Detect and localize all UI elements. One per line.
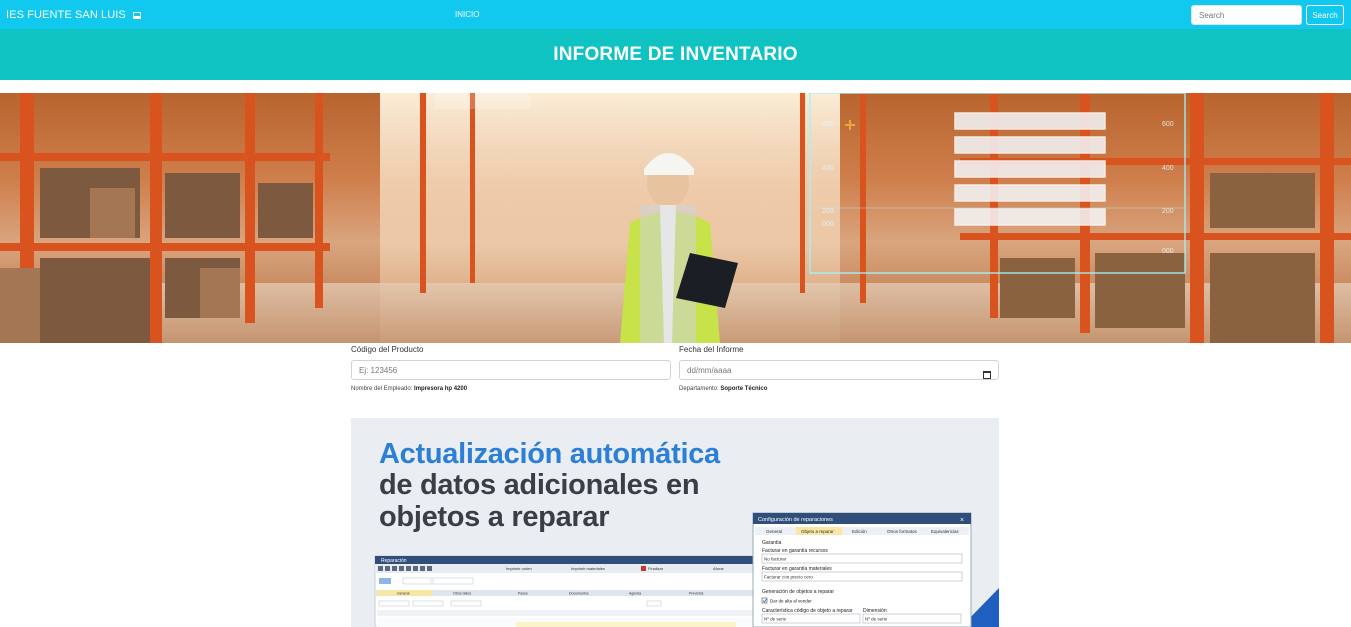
promo-banner-image: Actualización automática de datos adicio… — [351, 418, 999, 627]
nav-link-inicio[interactable]: INICIO — [455, 10, 479, 19]
search-button[interactable]: Search — [1306, 5, 1344, 25]
dialog-section-title: Garantía — [762, 540, 782, 546]
department-value: Soporte Técnico — [720, 386, 768, 392]
tick-label: 200 — [1162, 208, 1174, 215]
dialog-field-label: Característica código de objeto a repara… — [762, 608, 853, 614]
app-tab-label: Otros datos — [453, 592, 471, 596]
tick-label: 600 — [822, 121, 834, 128]
employee-name-text: Nombre del Empleado: Impresora hp 4200 — [351, 386, 671, 392]
product-code-label: Código del Producto — [351, 345, 424, 354]
search-input[interactable] — [1191, 5, 1302, 25]
brand-name: IES FUENTE SAN LUIS — [6, 9, 126, 21]
department-text: Departamento: Soporte Técnico — [679, 386, 999, 392]
app-button-label: Finalizar — [648, 566, 664, 571]
tick-label: 000 — [822, 221, 834, 228]
app-button-label: Imprimir orden — [506, 566, 532, 571]
report-date-label: Fecha del Informe — [679, 345, 744, 354]
dialog-field-value: No facturar — [764, 557, 787, 562]
config-dialog: Configuración de reparaciones × General … — [752, 512, 972, 627]
app-tab-label: Documentos — [569, 592, 589, 596]
monitor-icon — [132, 11, 141, 19]
dialog-field-label: Facturar en garantía materiales — [762, 566, 832, 572]
department-label: Departamento: — [679, 386, 719, 392]
top-navbar: IES FUENTE SAN LUIS INICIO Search — [0, 0, 1351, 29]
app-button-label: Imprimir materiales — [571, 566, 605, 571]
tick-label: 400 — [822, 165, 834, 172]
dialog-field-label: Facturar en garantía recursos — [762, 548, 828, 554]
employee-name-value: Impresora hp 4200 — [414, 386, 468, 392]
dialog-tab-label: Edición — [852, 529, 867, 534]
app-tab-label: Agenda — [629, 592, 641, 596]
dialog-title: Configuración de reparaciones — [758, 517, 833, 523]
app-tab-label: Previstos — [689, 592, 704, 596]
brand-link[interactable]: IES FUENTE SAN LUIS — [6, 9, 141, 21]
dialog-tab-label: Otros formatos — [887, 529, 918, 534]
calendar-icon[interactable] — [983, 371, 991, 379]
product-code-input[interactable] — [351, 360, 671, 380]
app-tab-label: Pasos — [518, 592, 528, 596]
product-code-group: Código del Producto Nombre del Empleado:… — [351, 345, 671, 392]
page-title: INFORME DE INVENTARIO — [553, 43, 798, 65]
dialog-tab-label: Objeto a reparar — [801, 529, 834, 534]
app-tab-label: General — [397, 592, 410, 596]
tick-label: 200 — [822, 208, 834, 215]
tick-label: 600 — [1162, 121, 1174, 128]
warehouse-illustration: 600 400 200 000 600 400 200 000 — [0, 93, 1351, 343]
dialog-close-icon: × — [960, 517, 964, 524]
hero-banner-image: 600 400 200 000 600 400 200 000 — [0, 93, 1351, 343]
report-date-input[interactable] — [679, 360, 999, 380]
app-screenshot-illustration: Reparación Imprimir orden Imprimir mater… — [374, 512, 999, 627]
dialog-field-label: Dimensión — [863, 608, 887, 614]
tick-label: 000 — [1162, 248, 1174, 255]
repair-app-window: Reparación Imprimir orden Imprimir mater… — [374, 555, 756, 627]
app-button-label: Aforar — [713, 566, 725, 571]
employee-name-label: Nombre del Empleado: — [351, 386, 413, 392]
report-date-group: Fecha del Informe Departamento: Soporte … — [679, 345, 999, 392]
dialog-field-value: Nº de serie — [865, 617, 888, 622]
tick-label: 400 — [1162, 165, 1174, 172]
dialog-section-title: Generación de objetos a reparar — [762, 589, 834, 595]
dialog-checkbox-label: Dar de alta al vender — [770, 599, 812, 604]
page-header: INFORME DE INVENTARIO — [0, 29, 1351, 80]
dialog-tab-label: General — [766, 529, 782, 534]
app-window-title: Reparación — [381, 558, 407, 564]
dialog-tab-label: Equivalencias — [931, 529, 960, 534]
dialog-field-value: Nº de serie — [764, 617, 787, 622]
dialog-field-value: Facturar con precio cero — [764, 575, 813, 580]
